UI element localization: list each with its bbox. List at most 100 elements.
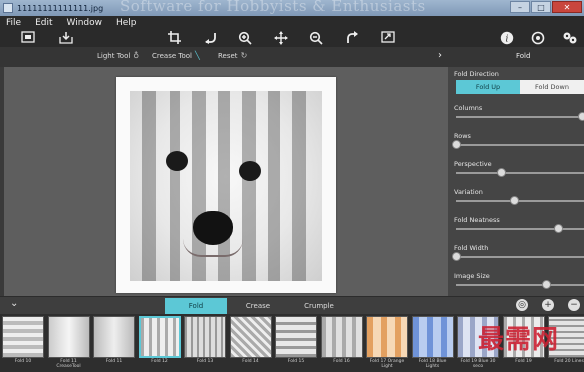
image-canvas[interactable] (4, 67, 448, 296)
minimize-button[interactable]: – (510, 1, 530, 13)
preset-thumbnail[interactable]: Fold 13 (184, 316, 226, 372)
slider-label: Rows (454, 132, 471, 140)
thumbnail-preview (320, 316, 363, 358)
slider-knob[interactable] (541, 280, 551, 289)
thumbnail-label: Fold 13 (196, 359, 214, 364)
crease-tool-button[interactable]: Crease Tool ╲ (152, 51, 200, 60)
preset-thumbnail[interactable]: Fold 12 (138, 316, 181, 372)
tab-crumple[interactable]: Crumple (288, 298, 350, 314)
slider-knob[interactable] (452, 252, 461, 261)
app-icon (3, 3, 13, 13)
reset-button[interactable]: Reset ↻ (218, 51, 247, 60)
redo-icon[interactable] (344, 31, 360, 47)
close-button[interactable]: ✕ (552, 1, 582, 13)
slider-knob[interactable] (452, 140, 461, 149)
save-icon[interactable] (58, 31, 74, 47)
refresh-icon: ↻ (240, 51, 248, 60)
light-tool-label: Light Tool (97, 52, 131, 60)
preset-thumbnail[interactable]: Fold 11 CreaseTool (47, 316, 90, 372)
info-icon[interactable]: i (499, 31, 515, 47)
fit-screen-icon[interactable] (20, 31, 36, 47)
tab-crease[interactable]: Crease (227, 298, 289, 314)
settings-panel: Fold Direction Fold Up Fold Down Columns… (448, 67, 584, 296)
crease-tool-label: Crease Tool (152, 52, 192, 60)
preview-image (116, 77, 336, 293)
slider-track[interactable] (456, 280, 584, 289)
sub-toolbar: Light Tool ♁ Crease Tool ╲ Reset ↻ › Fold (0, 47, 584, 67)
slider-label: Fold Neatness (454, 216, 500, 224)
menu-help[interactable]: Help (116, 18, 137, 28)
slider-track[interactable] (456, 168, 584, 177)
dog-eye-right (239, 161, 261, 181)
preset-thumbnail[interactable]: Fold 18 Blue Lights (411, 316, 454, 372)
undo-icon[interactable] (202, 31, 218, 47)
category-tab-bar: ⌄ Fold Crease Crumple ◎ + − (0, 296, 584, 314)
remove-preset-icon[interactable]: − (568, 299, 580, 311)
dog-eye-left (166, 151, 188, 171)
thumbnail-label: Fold 18 Blue Lights (418, 359, 447, 369)
preset-thumbnail[interactable]: Fold 11 (93, 316, 135, 372)
preset-thumbnail[interactable]: Fold 17 Orange Light (366, 316, 408, 372)
slider-track[interactable] (452, 140, 584, 149)
slider-track[interactable] (456, 112, 584, 121)
thumbnail-label: Fold 11 (105, 359, 123, 364)
thumbnail-label: Fold 20 Lines (554, 359, 584, 364)
window-title: 11111111111111.jpg (17, 3, 104, 13)
collapse-chevron-icon[interactable]: ⌄ (10, 298, 18, 309)
slider-label: Variation (454, 188, 483, 196)
settings-icon[interactable] (530, 31, 546, 47)
thumbnail-label: Fold 12 (151, 359, 168, 364)
window-controls: – □ ✕ (510, 1, 582, 13)
zoom-in-icon[interactable] (237, 31, 253, 47)
zoom-out-icon[interactable] (308, 31, 324, 47)
maximize-button[interactable]: □ (531, 1, 551, 13)
thumbnail-preview (184, 316, 226, 358)
slider-track[interactable] (456, 196, 584, 205)
thumbnail-label: Fold 11 CreaseTool (56, 359, 81, 369)
fold-direction-label: Fold Direction (454, 70, 499, 78)
thumbnail-label: Fold 10 (14, 359, 32, 364)
slider-track[interactable] (456, 224, 584, 233)
background-title-text: Software for Hobbyists & Enthusiasts (120, 0, 426, 15)
slider-track[interactable] (452, 252, 584, 261)
preset-thumbnail[interactable]: Fold 15 (275, 316, 317, 372)
light-tool-button[interactable]: Light Tool ♁ (97, 51, 139, 60)
thumbnail-label: Fold 15 (287, 359, 305, 364)
menu-toolbar: File Edit Window Help i (0, 16, 584, 47)
slider-knob[interactable] (496, 168, 506, 177)
slider-label: Fold Width (454, 244, 489, 252)
slider-label: Perspective (454, 160, 492, 168)
svg-text:i: i (506, 35, 509, 45)
fold-down-button[interactable]: Fold Down (520, 80, 584, 94)
title-bar: 11111111111111.jpg Software for Hobbyist… (0, 0, 584, 16)
move-icon[interactable] (273, 31, 289, 47)
fold-up-button[interactable]: Fold Up (456, 80, 520, 94)
add-preset-icon[interactable]: + (542, 299, 554, 311)
bulb-icon: ♁ (133, 51, 140, 60)
dog-mouth (183, 239, 243, 257)
panel-title: Fold (516, 52, 531, 60)
slider-knob[interactable] (554, 224, 564, 233)
preset-options-icon[interactable]: ◎ (516, 299, 528, 311)
tab-fold[interactable]: Fold (165, 298, 227, 314)
thumbnail-preview (229, 316, 272, 358)
chevron-right-icon[interactable]: › (438, 50, 442, 61)
menu-window[interactable]: Window (67, 18, 103, 28)
preset-thumbnail[interactable]: Fold 14 (229, 316, 272, 372)
preset-thumbnail[interactable]: Fold 10 (2, 316, 44, 372)
preset-thumbnail[interactable]: Fold 16 (320, 316, 363, 372)
export-icon[interactable] (380, 31, 396, 47)
menu-bar: File Edit Window Help (6, 18, 137, 28)
slider-knob[interactable] (509, 196, 519, 205)
menu-edit[interactable]: Edit (35, 18, 52, 28)
crop-icon[interactable] (166, 31, 182, 47)
bottom-watermark: 最需网 (478, 325, 560, 355)
effects-icon[interactable] (562, 31, 578, 47)
menu-file[interactable]: File (6, 18, 21, 28)
dog-photo (130, 91, 322, 281)
fold-direction-toggle: Fold Up Fold Down (456, 80, 584, 94)
thumbnail-preview (138, 316, 181, 358)
crease-icon: ╲ (194, 51, 200, 60)
thumbnail-preview (275, 316, 317, 358)
slider-knob[interactable] (578, 112, 584, 121)
